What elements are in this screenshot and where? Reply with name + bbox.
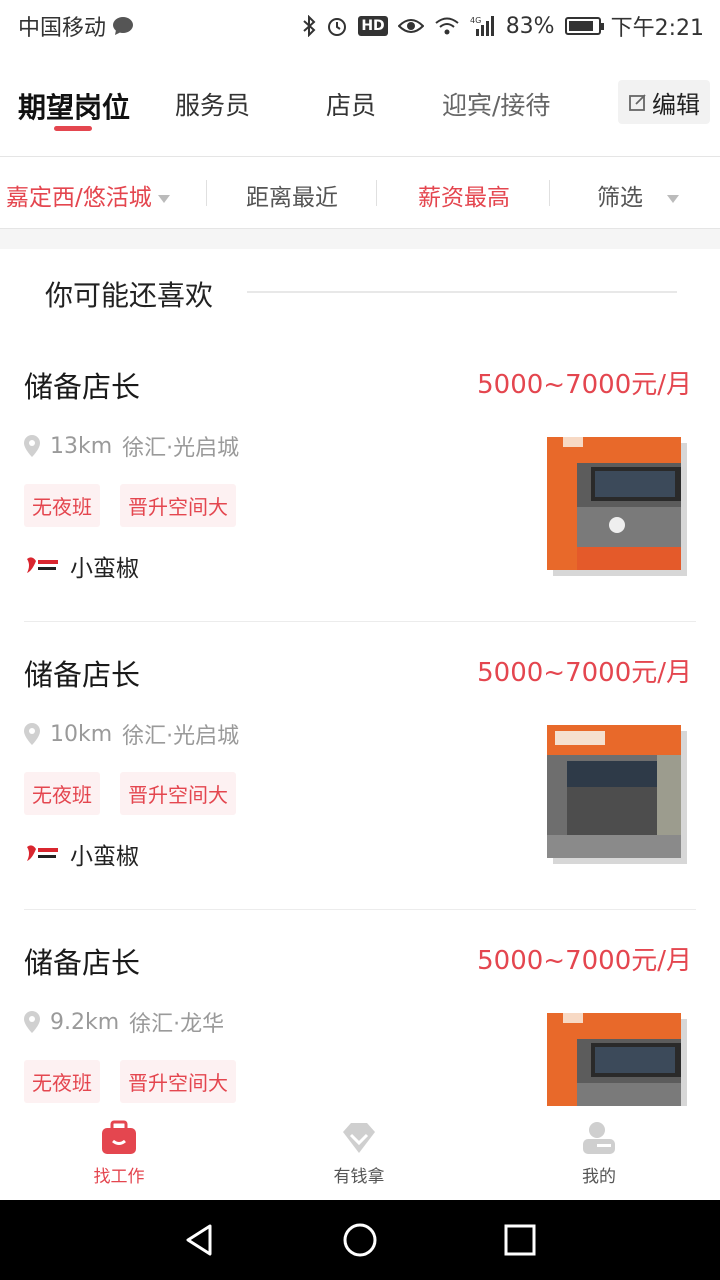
job-title: 储备店长 bbox=[24, 658, 141, 692]
job-location: 10km 徐汇·光启城 bbox=[24, 718, 239, 750]
location-pin-icon bbox=[24, 435, 40, 457]
job-area: 徐汇·光启城 bbox=[122, 724, 240, 749]
job-title: 储备店长 bbox=[24, 946, 141, 980]
network-type-label: 4G bbox=[470, 16, 481, 25]
location-filter[interactable]: 嘉定西/悠活城 bbox=[6, 178, 170, 212]
job-distance: 9.2km bbox=[50, 1009, 120, 1035]
briefcase-icon bbox=[102, 1120, 136, 1154]
active-tab-indicator bbox=[54, 126, 92, 131]
job-tag: 晋升空间大 bbox=[120, 1060, 236, 1103]
eye-icon bbox=[397, 19, 424, 33]
job-distance: 10km bbox=[50, 721, 113, 747]
job-tags: 无夜班 晋升空间大 bbox=[24, 484, 236, 527]
filter-button[interactable]: 筛选 bbox=[597, 178, 679, 212]
job-tag: 无夜班 bbox=[24, 1060, 100, 1103]
filter-label: 筛选 bbox=[597, 185, 643, 211]
nav-find-job[interactable]: 找工作 bbox=[39, 1120, 199, 1187]
job-salary: 5000~7000元/月 bbox=[477, 658, 692, 688]
divider bbox=[376, 180, 377, 206]
hd-badge: HD bbox=[358, 16, 388, 36]
store-photo bbox=[547, 1013, 681, 1106]
section-gap bbox=[0, 229, 720, 249]
job-tags: 无夜班 晋升空间大 bbox=[24, 1060, 236, 1103]
job-tag: 无夜班 bbox=[24, 484, 100, 527]
job-area: 徐汇·龙华 bbox=[129, 1012, 225, 1037]
location-filter-label: 嘉定西/悠活城 bbox=[6, 185, 152, 211]
nav-profile[interactable]: 我的 bbox=[519, 1120, 679, 1187]
store-photo bbox=[547, 437, 681, 570]
job-tag: 晋升空间大 bbox=[120, 772, 236, 815]
edit-tabs-button[interactable]: 编辑 bbox=[618, 80, 710, 124]
location-pin-icon bbox=[24, 723, 40, 745]
divider bbox=[206, 180, 207, 206]
job-card[interactable]: 储备店长 5000~7000元/月 10km 徐汇·光启城 无夜班 晋升空间大 … bbox=[24, 622, 696, 910]
bottom-nav: 找工作 有钱拿 我的 bbox=[0, 1106, 720, 1200]
nav-label: 我的 bbox=[582, 1167, 616, 1187]
status-left: 中国移动 bbox=[18, 10, 134, 42]
signal-icon: 4G bbox=[470, 16, 494, 36]
edit-label: 编辑 bbox=[652, 90, 700, 119]
edit-icon bbox=[629, 94, 646, 111]
job-salary: 5000~7000元/月 bbox=[477, 946, 692, 976]
recent-apps-icon[interactable] bbox=[502, 1222, 538, 1258]
status-bar: 中国移动 HD 4G 83% 下午2:21 bbox=[0, 0, 720, 50]
store-photo bbox=[547, 725, 681, 858]
battery-percent: 83% bbox=[505, 13, 555, 39]
job-location: 9.2km 徐汇·龙华 bbox=[24, 1006, 224, 1038]
job-tags: 无夜班 晋升空间大 bbox=[24, 772, 236, 815]
profile-icon bbox=[583, 1122, 615, 1154]
job-card[interactable]: 储备店长 5000~7000元/月 9.2km 徐汇·龙华 无夜班 晋升空间大 bbox=[24, 910, 696, 1106]
diamond-icon bbox=[343, 1123, 375, 1153]
nav-earn-money[interactable]: 有钱拿 bbox=[279, 1120, 439, 1187]
job-brand: 小蛮椒 bbox=[24, 837, 139, 871]
battery-icon bbox=[564, 17, 604, 35]
chevron-down-icon bbox=[157, 194, 170, 203]
home-icon[interactable] bbox=[342, 1222, 378, 1258]
brand-logo-icon bbox=[27, 845, 58, 861]
chevron-down-icon bbox=[667, 194, 679, 203]
job-category-tabs: 期望岗位 服务员 店员 迎宾/接待 编辑 bbox=[0, 70, 720, 157]
sort-highest-salary[interactable]: 薪资最高 bbox=[418, 178, 510, 212]
location-pin-icon bbox=[24, 1011, 40, 1033]
carrier-name: 中国移动 bbox=[18, 16, 107, 41]
tab-reception[interactable]: 迎宾/接待 bbox=[442, 86, 550, 122]
wifi-icon bbox=[435, 17, 459, 35]
divider bbox=[549, 180, 550, 206]
brand-logo-icon bbox=[27, 557, 58, 573]
alarm-icon bbox=[328, 18, 347, 36]
job-card[interactable]: 储备店长 5000~7000元/月 13km 徐汇·光启城 无夜班 晋升空间大 … bbox=[24, 334, 696, 622]
nav-label: 找工作 bbox=[93, 1167, 145, 1187]
section-title: 你可能还喜欢 bbox=[45, 279, 214, 312]
tab-shop-assistant[interactable]: 店员 bbox=[326, 86, 376, 122]
job-brand: 小蛮椒 bbox=[24, 549, 139, 583]
clock: 下午2:21 bbox=[610, 16, 704, 41]
status-right: HD 4G 83% 下午2:21 bbox=[302, 10, 704, 42]
nav-label: 有钱拿 bbox=[333, 1167, 385, 1187]
bluetooth-icon bbox=[303, 15, 316, 37]
job-location: 13km 徐汇·光启城 bbox=[24, 430, 239, 462]
message-icon bbox=[113, 17, 134, 35]
job-tag: 晋升空间大 bbox=[120, 484, 236, 527]
tab-waiter[interactable]: 服务员 bbox=[175, 86, 250, 122]
tab-expected-position[interactable]: 期望岗位 bbox=[18, 86, 130, 126]
job-salary: 5000~7000元/月 bbox=[477, 370, 692, 400]
section-divider bbox=[247, 291, 677, 293]
sort-nearest[interactable]: 距离最近 bbox=[246, 178, 338, 212]
filter-bar: 嘉定西/悠活城 距离最近 薪资最高 筛选 bbox=[0, 158, 720, 229]
job-distance: 13km bbox=[50, 433, 113, 459]
job-area: 徐汇·光启城 bbox=[122, 436, 240, 461]
system-nav-bar bbox=[0, 1200, 720, 1280]
brand-name: 小蛮椒 bbox=[70, 556, 139, 582]
back-icon[interactable] bbox=[182, 1222, 218, 1258]
job-title: 储备店长 bbox=[24, 370, 141, 404]
job-tag: 无夜班 bbox=[24, 772, 100, 815]
brand-name: 小蛮椒 bbox=[70, 844, 139, 870]
